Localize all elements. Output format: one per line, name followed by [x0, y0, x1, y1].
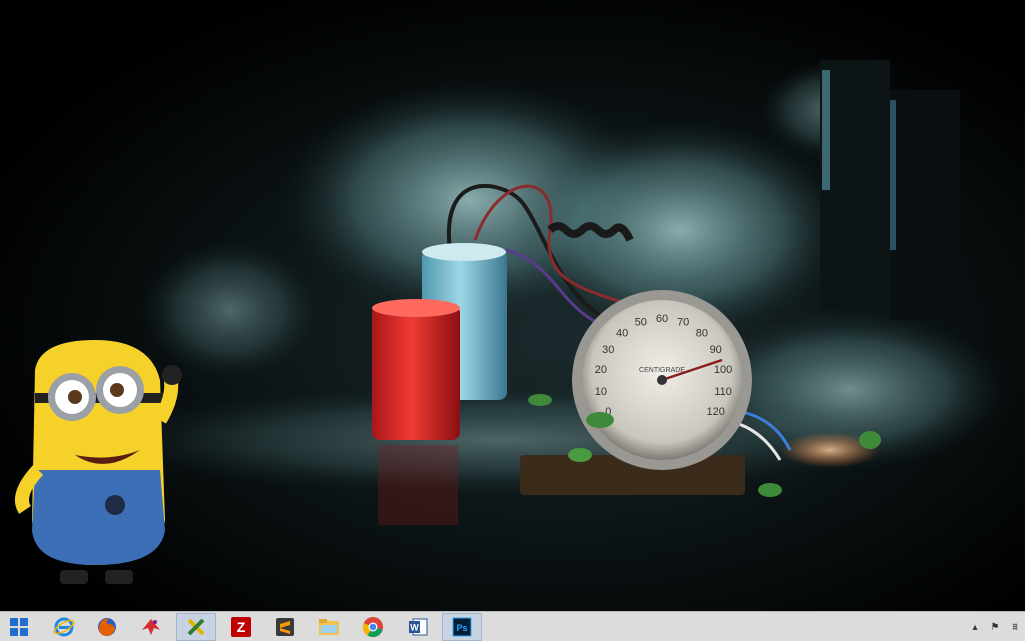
gauge-tick-label: 70	[677, 317, 689, 329]
start-button[interactable]	[0, 613, 38, 641]
gauge-tick-label: 120	[707, 406, 725, 418]
leaf	[586, 412, 614, 428]
gauge-hub	[657, 375, 667, 385]
minion-shoe-right	[105, 570, 133, 584]
action-center-flag-icon[interactable]: ⚑	[989, 622, 1001, 633]
gauge-tick-label: 10	[595, 386, 607, 398]
gauge-tick-label: 80	[696, 328, 708, 340]
taskbar-internet-explorer[interactable]	[44, 613, 84, 641]
background-box-edge	[822, 70, 830, 190]
internet-explorer-icon	[53, 617, 75, 637]
leaf	[859, 431, 881, 449]
system-tray: ▴ ⚑ ⩩	[965, 613, 1025, 641]
taskbar-firefox[interactable]	[87, 613, 127, 641]
gauge-tick-label: 20	[595, 364, 607, 376]
show-hidden-icons-chevron[interactable]: ▴	[969, 622, 981, 633]
background-box	[890, 90, 960, 320]
gauge-tick-label: 50	[635, 317, 647, 329]
gauge-tick-label: 30	[602, 344, 614, 356]
minion-character	[15, 340, 182, 584]
taskbar-tools-app[interactable]	[176, 613, 216, 641]
windows-logo-icon	[10, 618, 28, 636]
gauge-tick-label: 110	[714, 386, 732, 398]
filezilla-icon: Z	[231, 617, 251, 637]
leaf	[528, 394, 552, 406]
word-icon: W	[409, 618, 428, 636]
taskbar-file-explorer[interactable]	[309, 613, 349, 641]
desktop[interactable]: 0 10 20 30 40 50 60 70 80 90 100 110 120 CENTIGRADE	[0, 0, 1025, 611]
minion-pupil-left	[68, 390, 82, 404]
network-icon[interactable]: ⩩	[1009, 622, 1021, 633]
leaf	[758, 483, 782, 497]
taskbar-photoshop[interactable]: Ps	[442, 613, 482, 641]
photoshop-icon: Ps	[452, 617, 472, 637]
file-explorer-icon	[319, 619, 339, 635]
taskbar-word[interactable]: W	[398, 613, 438, 641]
tools-crossed-icon	[187, 618, 205, 636]
taskbar-filezilla[interactable]: Z	[221, 613, 261, 641]
chrome-icon	[362, 617, 383, 638]
taskbar-app-red-bird[interactable]	[131, 613, 171, 641]
taskbar-sublime-text[interactable]	[265, 613, 305, 641]
gauge-tick-label: 100	[714, 364, 732, 376]
background-box-edge	[890, 100, 896, 250]
gauge-tick-label: 90	[710, 344, 722, 356]
red-capacitor	[372, 305, 460, 440]
svg-text:Z: Z	[237, 619, 246, 635]
taskbar-chrome[interactable]	[353, 613, 393, 641]
minion-pupil-right	[110, 383, 124, 397]
background-box	[820, 60, 890, 310]
minion-logo	[105, 495, 125, 515]
gauge-tick-label: 60	[656, 313, 668, 325]
svg-text:Ps: Ps	[456, 623, 467, 633]
minion-shoe-left	[60, 570, 88, 584]
blue-capacitor-top	[422, 243, 506, 261]
desktop-wallpaper: 01020304050 60 708090100110120 CENTIGRADE	[15, 60, 1010, 584]
red-capacitor-reflection	[378, 445, 458, 525]
gauge-label: CENTIGRADE	[639, 367, 685, 374]
red-capacitor-top	[372, 299, 460, 317]
taskbar: Z W Ps ▴ ⚑ ⩩	[0, 611, 1025, 641]
smoke-cloud	[140, 240, 320, 380]
minion-glove	[162, 365, 182, 385]
leaf	[568, 448, 592, 462]
app-red-bird-icon	[142, 619, 160, 635]
svg-text:W: W	[410, 623, 419, 633]
gauge-tick-label: 40	[616, 328, 628, 340]
firefox-icon	[98, 618, 116, 636]
sublime-text-icon	[276, 618, 294, 636]
minion-overalls	[32, 470, 165, 565]
